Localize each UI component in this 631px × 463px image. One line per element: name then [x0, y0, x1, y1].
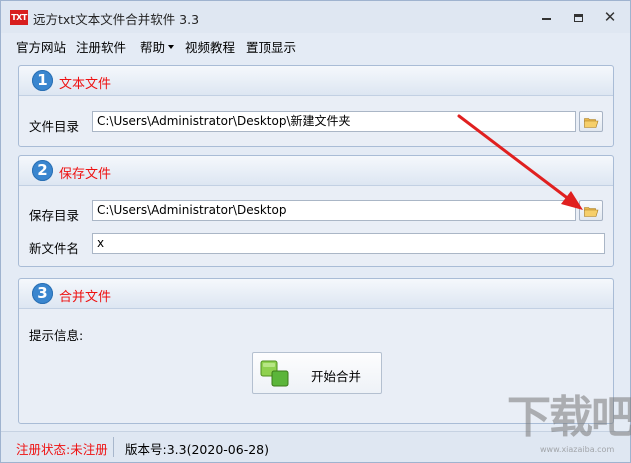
close-button[interactable]: ✕ — [599, 7, 621, 27]
window-title: 远方txt文本文件合并软件 3.3 — [33, 12, 200, 27]
menu-official-site[interactable]: 官方网站 — [16, 37, 66, 56]
menu-register[interactable]: 注册软件 — [76, 37, 126, 56]
panel-title: 保存文件 — [59, 167, 112, 182]
menu-help-label: 帮助 — [140, 40, 166, 55]
start-merge-label: 开始合并 — [311, 369, 362, 384]
title-bar: TXT 远方txt文本文件合并软件 3.3 ✕ — [1, 1, 630, 33]
menu-help[interactable]: 帮助 — [140, 37, 175, 56]
browse-save-button[interactable] — [579, 200, 603, 221]
maximize-button[interactable] — [567, 7, 589, 27]
new-filename-label: 新文件名 — [29, 241, 80, 256]
minimize-icon — [541, 17, 551, 20]
minimize-button[interactable] — [535, 7, 557, 27]
panel-header: 3 合并文件 — [19, 279, 613, 309]
registration-status: 注册状态:未注册 — [16, 442, 108, 457]
close-icon: ✕ — [603, 8, 617, 26]
panel-title: 文本文件 — [59, 77, 112, 92]
step-number-badge: 2 — [32, 160, 53, 181]
status-divider — [113, 437, 114, 457]
step-number-badge: 1 — [32, 70, 53, 91]
new-filename-input[interactable]: x — [92, 233, 605, 254]
info-label: 提示信息: — [29, 328, 84, 343]
save-file-panel: 2 保存文件 保存目录 C:\Users\Administrator\Deskt… — [18, 155, 614, 267]
menu-bar: 官方网站 注册软件 帮助 视频教程 置顶显示 — [1, 33, 630, 57]
dropdown-arrow-icon — [168, 45, 175, 49]
save-dir-input[interactable]: C:\Users\Administrator\Desktop — [92, 200, 576, 221]
browse-source-button[interactable] — [579, 111, 603, 132]
folder-open-icon — [584, 118, 599, 128]
panel-header: 1 文本文件 — [19, 66, 613, 96]
version-info: 版本号:3.3(2020-06-28) — [125, 442, 269, 457]
maximize-icon — [573, 13, 583, 22]
menu-video-tutorial[interactable]: 视频教程 — [185, 37, 235, 56]
text-files-panel: 1 文本文件 文件目录 C:\Users\Administrator\Deskt… — [18, 65, 614, 147]
source-dir-label: 文件目录 — [29, 119, 80, 134]
save-dir-label: 保存目录 — [29, 208, 80, 223]
panel-header: 2 保存文件 — [19, 156, 613, 186]
panel-title: 合并文件 — [59, 290, 112, 305]
start-merge-button[interactable]: 开始合并 — [252, 352, 382, 394]
watermark-url: www.xiazaiba.com — [540, 445, 615, 454]
source-dir-input[interactable]: C:\Users\Administrator\Desktop\新建文件夹 — [92, 111, 576, 132]
menu-pin-on-top[interactable]: 置顶显示 — [246, 37, 296, 56]
app-logo-icon: TXT — [10, 10, 28, 25]
merge-files-icon — [260, 360, 289, 387]
folder-open-icon — [584, 207, 599, 217]
step-number-badge: 3 — [32, 283, 53, 304]
